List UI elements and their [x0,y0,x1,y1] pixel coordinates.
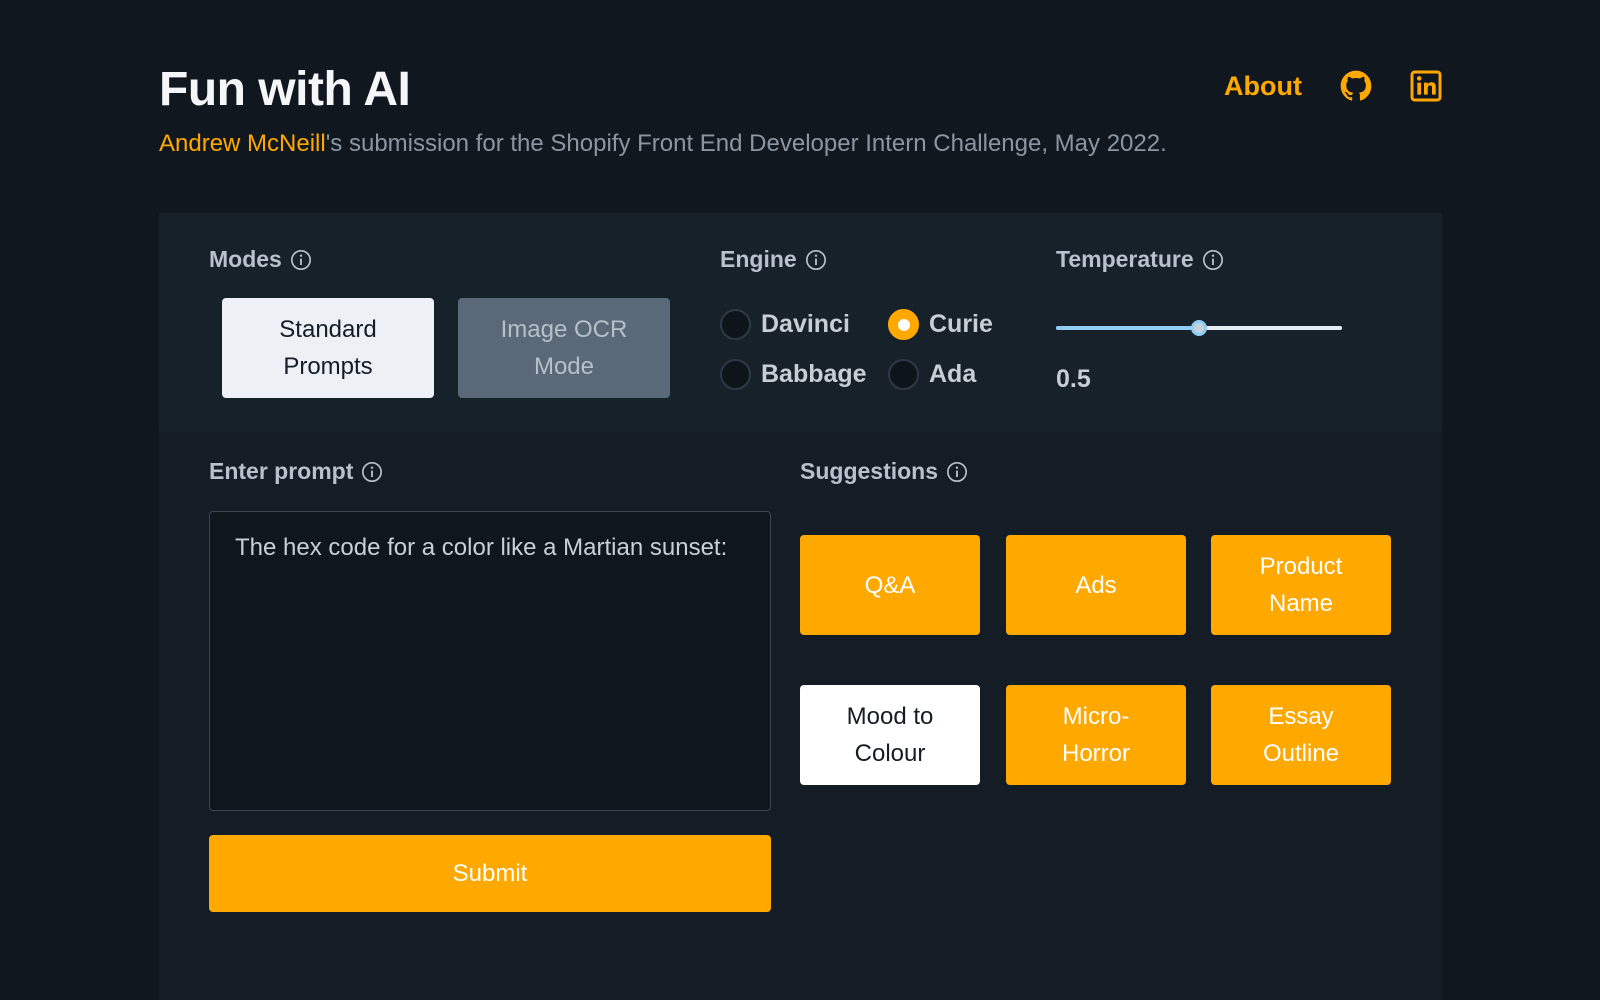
engine-section-label: Engine [720,246,827,273]
linkedin-link[interactable] [1410,70,1442,102]
page: Fun with AI Andrew McNeill's submission … [0,0,1600,1000]
engine-option-label: Babbage [761,360,867,388]
info-icon[interactable] [1202,249,1224,271]
prompt-section-label: Enter prompt [209,458,383,485]
linkedin-icon [1410,70,1442,102]
modes-label: Modes [209,246,282,272]
engine-option-label: Curie [929,310,993,338]
author-link[interactable]: Andrew McNeill [159,130,326,157]
radio-button[interactable] [888,309,919,340]
suggestions-section-label: Suggestions [800,458,968,485]
suggestions-label: Suggestions [800,458,939,484]
suggestion-micro-horror-button[interactable]: Micro- Horror [1006,685,1186,785]
info-icon[interactable] [805,249,827,271]
engine-option-label: Ada [929,360,977,388]
engine-option-ada[interactable]: Ada [888,359,976,390]
engine-option-davinci[interactable]: Davinci [720,309,850,340]
temperature-label: Temperature [1056,246,1194,272]
radio-button[interactable] [720,359,751,390]
about-link[interactable]: About [1224,71,1302,102]
suggestion-essay-outline-button[interactable]: Essay Outline [1211,685,1391,785]
github-icon [1340,70,1372,101]
suggestion-qa-button[interactable]: Q&A [800,535,980,635]
page-title: Fun with AI [159,63,411,116]
radio-button[interactable] [888,359,919,390]
submit-button[interactable]: Submit [209,835,771,912]
slider-fill [1056,326,1199,330]
temperature-value: 0.5 [1056,365,1091,393]
engine-option-label: Davinci [761,310,850,338]
slider-thumb[interactable] [1191,320,1207,336]
standard-prompts-button[interactable]: Standard Prompts [222,298,434,398]
info-icon[interactable] [946,461,968,483]
prompt-input[interactable]: The hex code for a color like a Martian … [209,511,771,811]
image-ocr-mode-button[interactable]: Image OCR Mode [458,298,670,398]
temperature-section-label: Temperature [1056,246,1224,273]
engine-option-babbage[interactable]: Babbage [720,359,867,390]
engine-option-curie[interactable]: Curie [888,309,993,340]
page-subtitle: Andrew McNeill's submission for the Shop… [159,130,1167,158]
suggestion-mood-to-colour-button[interactable]: Mood to Colour [800,685,980,785]
modes-section-label: Modes [209,246,312,273]
suggestion-ads-button[interactable]: Ads [1006,535,1186,635]
top-nav: About [1224,70,1442,102]
info-icon[interactable] [361,461,383,483]
main-panel: Modes Standard Prompts Image OCR Mode En… [159,213,1442,1000]
github-link[interactable] [1340,70,1372,102]
radio-button[interactable] [720,309,751,340]
temperature-slider[interactable] [1056,318,1342,338]
engine-label: Engine [720,246,797,272]
info-icon[interactable] [290,249,312,271]
suggestion-product-name-button[interactable]: Product Name [1211,535,1391,635]
subtitle-text: 's submission for the Shopify Front End … [325,130,1167,157]
prompt-label: Enter prompt [209,458,354,484]
